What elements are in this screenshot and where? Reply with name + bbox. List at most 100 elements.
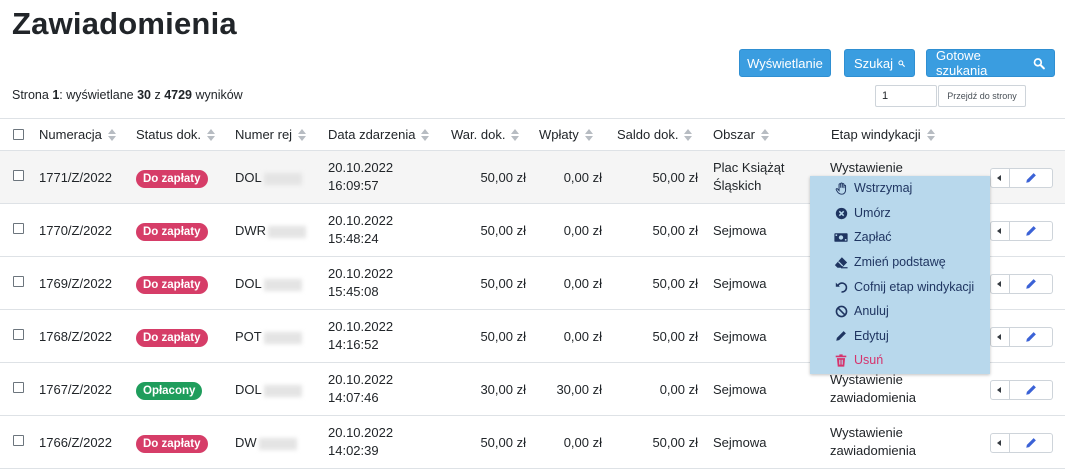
saved-searches-button-label: Gotowe szukania — [936, 48, 988, 78]
redacted-text — [263, 172, 302, 185]
row-checkbox[interactable] — [13, 435, 24, 446]
column-header-saldo[interactable]: Saldo dok. — [617, 127, 693, 142]
sort-icon — [760, 128, 769, 141]
table-row[interactable]: 1766/Z/2022 Do zapłaty DW 20.10.2022 14:0… — [0, 416, 1065, 469]
row-checkbox[interactable] — [13, 276, 24, 287]
row-actions-menu: Wstrzymaj Umórz Zapłać Zmień podstawę Co… — [810, 176, 990, 374]
payments-value: 0,00 zł — [563, 223, 602, 238]
column-header-numer-rej[interactable]: Numer rej — [235, 127, 307, 142]
event-date-day: 20.10.2022 — [328, 372, 394, 387]
search-button[interactable]: Szukaj — [844, 49, 915, 77]
menu-item-delete[interactable]: Usuń — [834, 353, 883, 367]
area-line2: Śląskich — [713, 178, 762, 193]
table-header: Numeracja Status dok. Numer rej Data zda… — [0, 118, 1065, 151]
event-date-day: 20.10.2022 — [328, 425, 394, 440]
collection-stage: Wystawienie — [830, 159, 903, 177]
summary-prefix: Strona — [12, 88, 53, 102]
event-date-day: 20.10.2022 — [328, 266, 394, 281]
area-line1: Sejmowa — [713, 329, 767, 344]
menu-item-revert-stage[interactable]: Cofnij etap windykacji — [834, 280, 974, 294]
row-checkbox[interactable] — [13, 329, 24, 340]
document-value: 50,00 zł — [480, 329, 526, 344]
balance-value: 50,00 zł — [652, 329, 698, 344]
event-date-time: 14:02:39 — [328, 443, 379, 458]
registration-number: DW — [235, 434, 297, 452]
row-edit-button[interactable] — [1010, 221, 1053, 241]
pencil-icon — [1026, 173, 1036, 183]
column-header-wplaty[interactable]: Wpłaty — [539, 127, 593, 142]
pencil-icon — [1026, 226, 1036, 236]
row-actions-toggle[interactable] — [990, 327, 1010, 347]
menu-item-label: Wstrzymaj — [854, 181, 913, 195]
display-button[interactable]: Wyświetlanie — [739, 49, 831, 77]
registration-prefix: DW — [235, 435, 257, 450]
redacted-text — [263, 278, 302, 291]
row-actions-toggle[interactable] — [990, 168, 1010, 188]
column-header-etap[interactable]: Etap windykacji — [831, 127, 935, 142]
menu-item-pay[interactable]: Zapłać — [834, 230, 892, 244]
balance-value: 50,00 zł — [652, 223, 698, 238]
page-number-input[interactable] — [875, 85, 937, 107]
sort-icon — [207, 128, 216, 141]
event-date-time: 15:45:08 — [328, 284, 379, 299]
area: Sejmowa — [713, 275, 766, 293]
registration-number: DOL — [235, 169, 302, 187]
row-edit-button[interactable] — [1010, 168, 1053, 188]
go-to-page-button[interactable]: Przejdź do strony — [938, 85, 1026, 107]
registration-prefix: DOL — [235, 382, 262, 397]
row-number: 1770/Z/2022 — [39, 223, 113, 238]
row-actions-toggle[interactable] — [990, 221, 1010, 241]
area-line1: Plac Książąt — [713, 160, 785, 175]
row-checkbox[interactable] — [13, 382, 24, 393]
column-header-label: War. dok. — [451, 127, 506, 142]
menu-item-label: Anuluj — [854, 304, 889, 318]
hand-icon — [834, 181, 848, 195]
sort-icon — [421, 128, 430, 141]
sort-icon — [584, 128, 593, 141]
row-actions-toggle[interactable] — [990, 433, 1010, 453]
column-header-label: Obszar — [713, 127, 755, 142]
row-edit-button[interactable] — [1010, 327, 1053, 347]
registration-prefix: DOL — [235, 276, 262, 291]
column-header-obszar[interactable]: Obszar — [713, 127, 769, 142]
select-all-checkbox[interactable] — [13, 129, 24, 140]
registration-prefix: POT — [235, 329, 262, 344]
menu-item-suspend[interactable]: Wstrzymaj — [834, 181, 912, 195]
area-line1: Sejmowa — [713, 223, 767, 238]
menu-item-write-off[interactable]: Umórz — [834, 206, 891, 220]
sort-icon — [511, 128, 520, 141]
row-edit-button[interactable] — [1010, 380, 1053, 400]
summary-total: 4729 — [164, 88, 192, 102]
event-date-time: 14:16:52 — [328, 337, 379, 352]
column-header-label: Status dok. — [136, 127, 202, 142]
menu-item-label: Cofnij etap windykacji — [854, 280, 975, 294]
event-date-day: 20.10.2022 — [328, 160, 394, 175]
status-badge: Opłacony — [136, 382, 203, 400]
summary-shown: 30 — [137, 88, 151, 102]
event-date: 20.10.2022 15:45:08 — [328, 265, 393, 301]
area: Sejmowa — [713, 328, 766, 346]
area-line1: Sejmowa — [713, 276, 767, 291]
row-number: 1767/Z/2022 — [39, 382, 113, 397]
column-header-data[interactable]: Data zdarzenia — [328, 127, 430, 142]
row-number: 1769/Z/2022 — [39, 276, 113, 291]
row-edit-button[interactable] — [1010, 433, 1053, 453]
menu-item-label: Usuń — [854, 353, 884, 367]
row-actions-toggle[interactable] — [990, 380, 1010, 400]
status-badge: Do zapłaty — [136, 170, 208, 188]
pencil-icon — [1026, 279, 1036, 289]
row-edit-button[interactable] — [1010, 274, 1053, 294]
column-header-numeracja[interactable]: Numeracja — [39, 127, 116, 142]
menu-item-change-basis[interactable]: Zmień podstawę — [834, 255, 946, 269]
saved-searches-button[interactable]: Gotowe szukania — [926, 48, 1055, 78]
row-checkbox[interactable] — [13, 223, 24, 234]
payments-value: 30,00 zł — [556, 382, 602, 397]
row-actions-toggle[interactable] — [990, 274, 1010, 294]
column-header-status[interactable]: Status dok. — [136, 127, 216, 142]
menu-item-label: Zapłać — [854, 230, 892, 244]
row-checkbox[interactable] — [13, 170, 24, 181]
menu-item-cancel[interactable]: Anuluj — [834, 304, 889, 318]
column-header-war-dok[interactable]: War. dok. — [451, 127, 520, 142]
menu-item-edit[interactable]: Edytuj — [834, 329, 889, 343]
row-number: 1771/Z/2022 — [39, 170, 113, 185]
